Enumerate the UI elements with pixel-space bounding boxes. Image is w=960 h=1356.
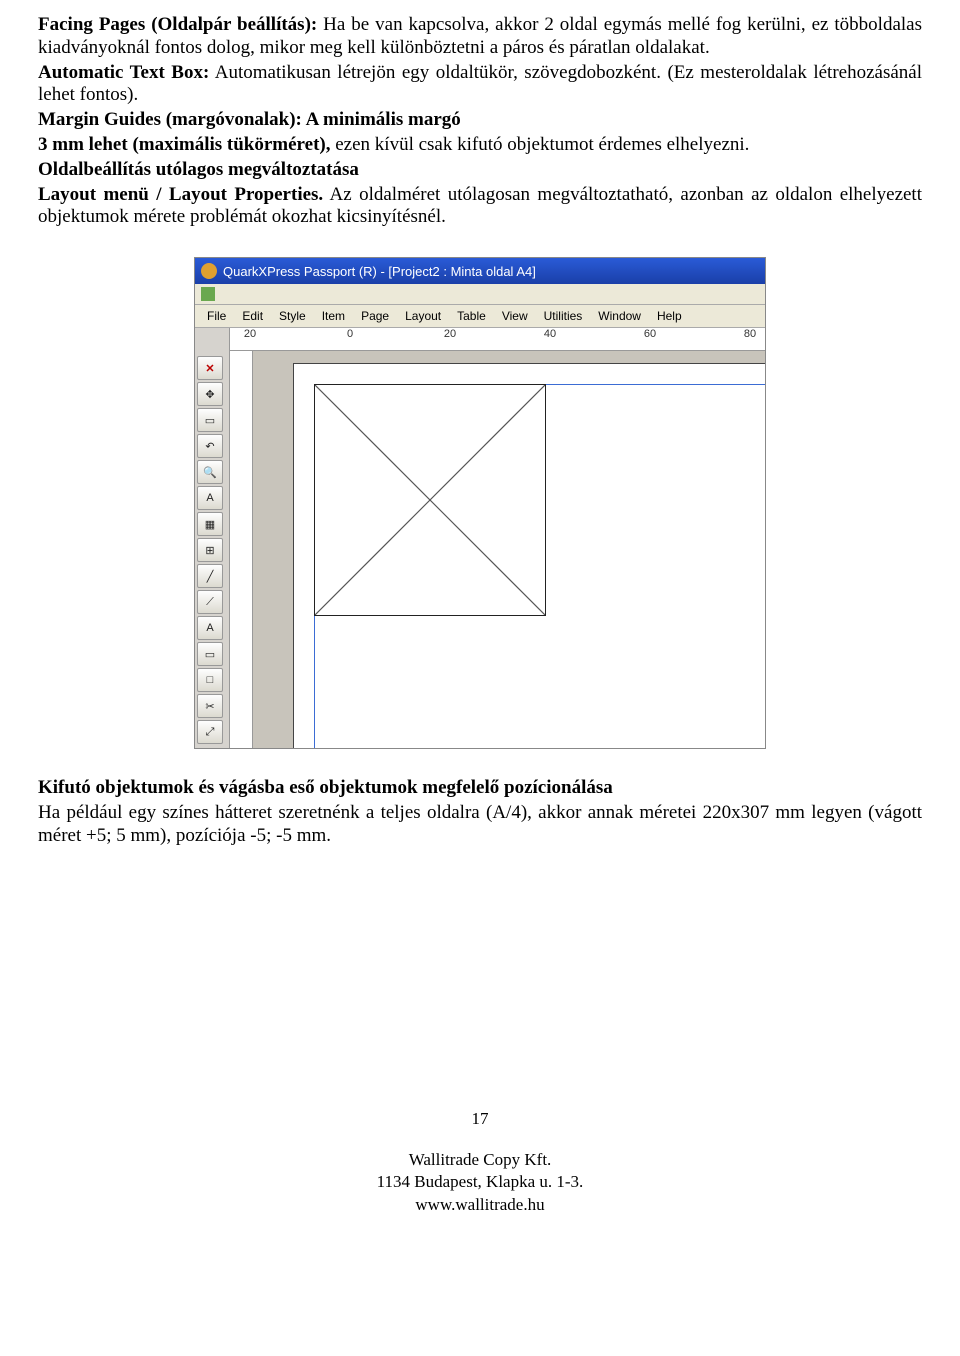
paragraph-7: Kifutó objektumok és vágásba eső objektu… <box>38 777 922 800</box>
paragraph-6: Layout menü / Layout Properties. Az olda… <box>38 184 922 230</box>
ruler-label: 20 <box>244 328 256 340</box>
page-number: 17 <box>38 1108 922 1131</box>
screenshot-container: QuarkXPress Passport (R) - [Project2 : M… <box>38 257 922 749</box>
paragraph-8: Ha például egy színes hátteret szeretnén… <box>38 802 922 848</box>
tool-scissors-icon[interactable]: ✂ <box>197 694 223 718</box>
app-icon <box>201 263 217 279</box>
tool-table-icon[interactable]: ⊞ <box>197 538 223 562</box>
paragraph-2: Automatic Text Box: Automatikusan létrej… <box>38 62 922 108</box>
window-title: QuarkXPress Passport (R) - [Project2 : M… <box>223 264 536 279</box>
menu-item[interactable]: Item <box>314 307 353 325</box>
document-page: Facing Pages (Oldalpár beállítás): Ha be… <box>0 0 960 1237</box>
ruler-label: 40 <box>544 328 556 340</box>
footer-line-3: www.wallitrade.hu <box>38 1194 922 1217</box>
ruler-label: 60 <box>644 328 656 340</box>
work-area: ✕ ✥ ▭ ↶ 🔍 A ▦ ⊞ ╱ ⟋ A ▭ □ ✂ ⤢ <box>195 328 765 748</box>
menu-page[interactable]: Page <box>353 307 397 325</box>
menu-utilities[interactable]: Utilities <box>536 307 591 325</box>
footer-line-1: Wallitrade Copy Kft. <box>38 1149 922 1172</box>
tool-rect-icon[interactable]: ▭ <box>197 408 223 432</box>
window-titlebar[interactable]: QuarkXPress Passport (R) - [Project2 : M… <box>195 258 765 284</box>
tool-linkbox-icon[interactable]: ▭ <box>197 642 223 666</box>
paragraph-3: Margin Guides (margóvonalak): A minimáli… <box>38 109 922 132</box>
p1-lead: Facing Pages (Oldalpár beállítás): <box>38 14 317 35</box>
menu-file[interactable]: File <box>199 307 234 325</box>
tool-text-icon[interactable]: A <box>197 486 223 510</box>
horizontal-ruler: 20 0 20 40 60 80 <box>230 328 765 351</box>
tool-box-icon[interactable]: □ <box>197 668 223 692</box>
tool-textpath-icon[interactable]: A <box>197 616 223 640</box>
ruler-label: 0 <box>347 328 353 340</box>
tool-rotate-icon[interactable]: ↶ <box>197 434 223 458</box>
menu-edit[interactable]: Edit <box>234 307 271 325</box>
menu-layout[interactable]: Layout <box>397 307 449 325</box>
tool-link-icon[interactable]: ⤢ <box>197 720 223 744</box>
quarkxpress-window: QuarkXPress Passport (R) - [Project2 : M… <box>194 257 766 749</box>
menu-help[interactable]: Help <box>649 307 690 325</box>
tool-line-icon[interactable]: ╱ <box>197 564 223 588</box>
document-row <box>195 284 765 305</box>
tool-zoom-icon[interactable]: 🔍 <box>197 460 223 484</box>
p2-lead: Automatic Text Box: <box>38 62 209 83</box>
menu-window[interactable]: Window <box>590 307 649 325</box>
menu-style[interactable]: Style <box>271 307 314 325</box>
canvas-body <box>230 351 765 748</box>
paragraph-4: 3 mm lehet (maximális tükörméret), ezen … <box>38 134 922 157</box>
canvas-column: 20 0 20 40 60 80 <box>230 328 765 748</box>
picture-box-x-icon <box>315 385 545 615</box>
doc-icon <box>201 287 215 301</box>
p5-text: Oldalbeállítás utólagos megváltoztatása <box>38 159 359 180</box>
ruler-label: 80 <box>744 328 756 340</box>
tool-close-icon[interactable]: ✕ <box>197 356 223 380</box>
paragraph-5: Oldalbeállítás utólagos megváltoztatása <box>38 159 922 182</box>
document-page-layout[interactable] <box>293 363 765 748</box>
paragraph-1: Facing Pages (Oldalpár beállítás): Ha be… <box>38 14 922 60</box>
page-canvas[interactable] <box>253 351 765 748</box>
p7-text: Kifutó objektumok és vágásba eső objektu… <box>38 777 613 798</box>
p4-rest: ezen kívül csak kifutó objektumot érdeme… <box>331 134 750 155</box>
tool-palette: ✕ ✥ ▭ ↶ 🔍 A ▦ ⊞ ╱ ⟋ A ▭ □ ✂ ⤢ <box>195 328 230 748</box>
tool-move-icon[interactable]: ✥ <box>197 382 223 406</box>
p6-lead: Layout menü / Layout Properties. <box>38 184 323 205</box>
tool-picturebox-icon[interactable]: ▦ <box>197 512 223 536</box>
picture-box[interactable] <box>314 384 546 616</box>
menu-view[interactable]: View <box>494 307 536 325</box>
menu-bar: File Edit Style Item Page Layout Table V… <box>195 305 765 328</box>
page-footer: 17 Wallitrade Copy Kft. 1134 Budapest, K… <box>38 1108 922 1218</box>
menu-table[interactable]: Table <box>449 307 494 325</box>
ruler-label: 20 <box>444 328 456 340</box>
vertical-ruler <box>230 351 253 748</box>
p4-lead: 3 mm lehet (maximális tükörméret), <box>38 134 331 155</box>
p3-lead: Margin Guides (margóvonalak): A minimáli… <box>38 109 461 130</box>
footer-line-2: 1134 Budapest, Klapka u. 1-3. <box>38 1171 922 1194</box>
tool-bezier-icon[interactable]: ⟋ <box>197 590 223 614</box>
